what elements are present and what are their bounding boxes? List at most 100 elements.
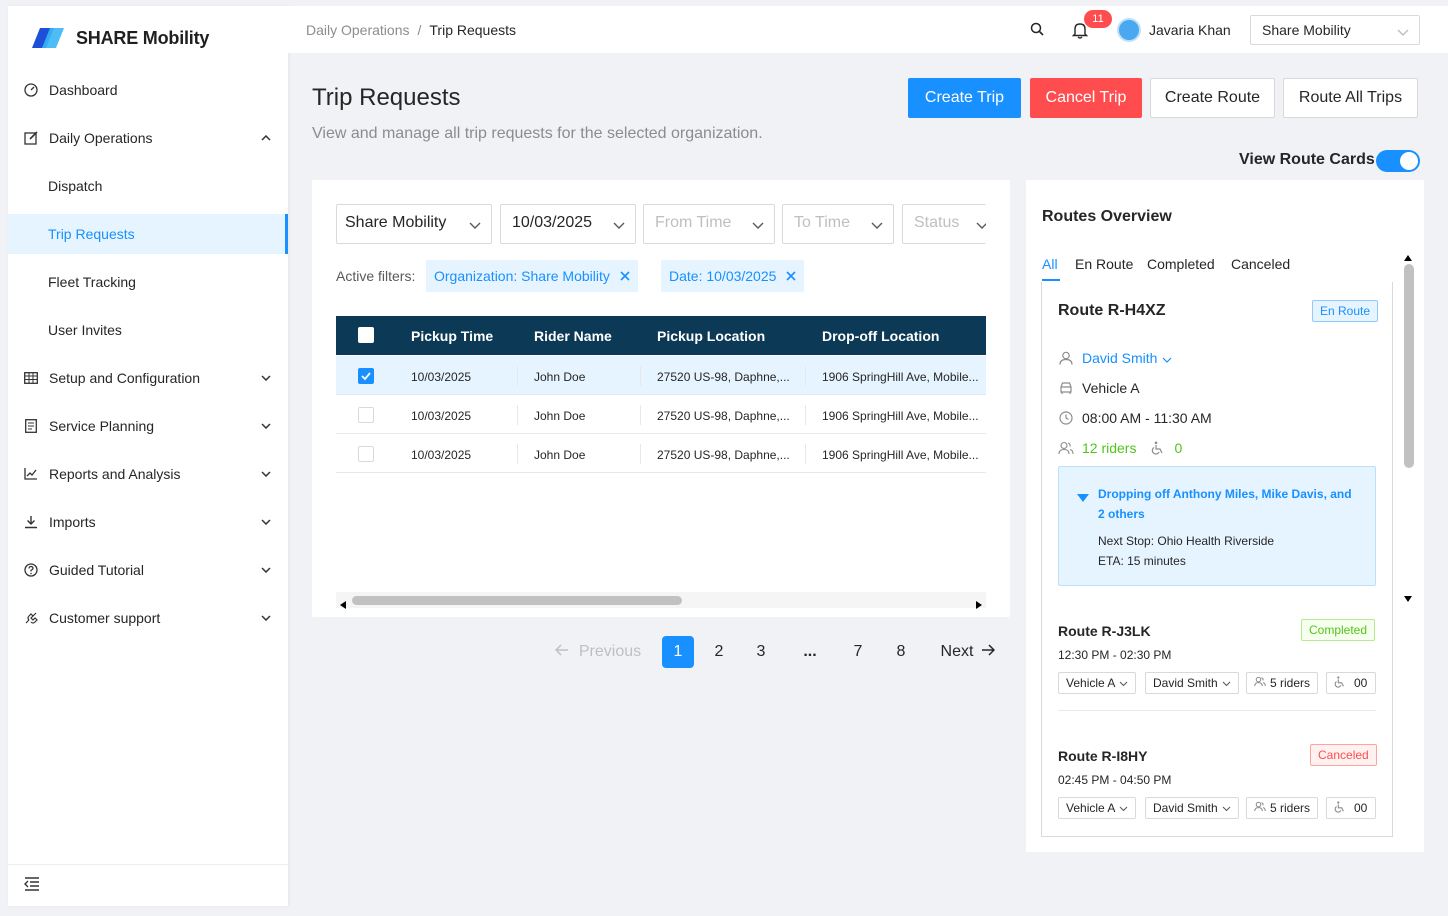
sidebar-item-dashboard[interactable]: Dashboard xyxy=(8,70,288,110)
avatar[interactable] xyxy=(1117,18,1141,42)
question-circle-icon xyxy=(23,562,39,578)
sidebar-item-label: Dispatch xyxy=(48,178,103,194)
team-icon xyxy=(1254,801,1266,815)
to-time-placeholder: To Time xyxy=(794,214,851,231)
pagination-previous[interactable]: Previous xyxy=(552,636,644,668)
close-icon[interactable] xyxy=(620,268,630,284)
chevron-down-icon xyxy=(1119,676,1128,690)
status-badge: En Route xyxy=(1312,300,1379,322)
wheelchair-icon xyxy=(1334,800,1346,816)
vehicle-chip[interactable]: Vehicle A xyxy=(1058,797,1137,819)
caret-right-icon[interactable] xyxy=(976,596,982,614)
driver-chip[interactable]: David Smith xyxy=(1145,797,1239,819)
sidebar-item-daily-operations[interactable]: Daily Operations xyxy=(8,118,288,158)
close-icon[interactable] xyxy=(786,268,796,284)
table-row[interactable]: 10/03/2025 John Doe 27520 US-98, Daphne,… xyxy=(336,434,986,473)
chevron-down-icon xyxy=(976,217,986,235)
row-checkbox[interactable] xyxy=(358,368,374,384)
route-all-trips-button[interactable]: Route All Trips xyxy=(1283,78,1418,118)
column-header-rider-name[interactable]: Rider Name xyxy=(534,328,612,344)
tab-canceled[interactable]: Canceled xyxy=(1231,256,1290,272)
column-divider xyxy=(640,444,641,464)
caret-left-icon[interactable] xyxy=(340,596,346,614)
caret-down-icon[interactable] xyxy=(1404,589,1412,607)
column-header-pickup-time[interactable]: Pickup Time xyxy=(411,328,493,344)
sidebar-item-service-planning[interactable]: Service Planning xyxy=(8,406,288,446)
create-route-button[interactable]: Create Route xyxy=(1150,78,1275,118)
view-route-cards-toggle[interactable] xyxy=(1376,150,1420,172)
vehicle-name: Vehicle A xyxy=(1066,676,1116,690)
sidebar-item-fleet-tracking[interactable]: Fleet Tracking xyxy=(8,262,288,302)
driver-name: David Smith xyxy=(1153,676,1218,690)
sidebar-item-label: Daily Operations xyxy=(49,130,153,146)
sidebar-item-imports[interactable]: Imports xyxy=(8,502,288,542)
filter-tag-date: Date: 10/03/2025 xyxy=(661,260,805,292)
organization-filter[interactable]: Share Mobility xyxy=(336,204,492,244)
table-row[interactable]: 10/03/2025 John Doe 27520 US-98, Daphne,… xyxy=(336,395,986,434)
search-icon[interactable] xyxy=(1030,22,1046,38)
horizontal-scrollbar[interactable] xyxy=(336,592,986,609)
driver-chip[interactable]: David Smith xyxy=(1145,672,1239,694)
status-filter[interactable]: Status xyxy=(902,204,986,244)
tab-all[interactable]: All xyxy=(1042,256,1058,272)
caret-down-icon[interactable] xyxy=(1077,489,1089,507)
breadcrumb-separator: / xyxy=(417,22,422,38)
tab-en-route[interactable]: En Route xyxy=(1075,256,1133,272)
routes-overview-title: Routes Overview xyxy=(1042,208,1172,225)
sidebar-item-user-invites[interactable]: User Invites xyxy=(8,310,288,350)
menu-fold-icon[interactable] xyxy=(24,877,42,895)
sidebar-item-guided-tutorial[interactable]: Guided Tutorial xyxy=(8,550,288,590)
select-all-checkbox[interactable] xyxy=(358,327,374,343)
pagination-page[interactable]: 7 xyxy=(842,636,874,668)
tab-completed[interactable]: Completed xyxy=(1147,256,1215,272)
breadcrumb-item[interactable]: Daily Operations xyxy=(306,22,410,38)
sidebar-item-label: Reports and Analysis xyxy=(49,466,181,482)
card-divider xyxy=(1058,710,1376,711)
scrollbar-thumb[interactable] xyxy=(352,596,682,605)
pagination-page[interactable]: 8 xyxy=(885,636,917,668)
sidebar-item-setup-configuration[interactable]: Setup and Configuration xyxy=(8,358,288,398)
cancel-trip-button[interactable]: Cancel Trip xyxy=(1030,78,1142,118)
car-icon xyxy=(1058,380,1074,396)
route-driver[interactable]: David Smith xyxy=(1058,350,1172,366)
vehicle-chip[interactable]: Vehicle A xyxy=(1058,672,1137,694)
brand-logo[interactable]: SHARE Mobility xyxy=(32,26,209,50)
organization-select[interactable]: Share Mobility xyxy=(1250,15,1420,45)
dropoff-summary[interactable]: Dropping off Anthony Miles, Mike Davis, … xyxy=(1098,484,1360,524)
from-time-filter[interactable]: From Time xyxy=(643,204,775,244)
rider-count: 5 riders xyxy=(1270,801,1311,815)
cell-dropoff-location: 1906 SpringHill Ave, Mobile... xyxy=(822,409,979,423)
sidebar-item-trip-requests[interactable]: Trip Requests xyxy=(8,214,288,254)
wheelchair-count: 00 xyxy=(1354,676,1368,690)
column-header-pickup-location[interactable]: Pickup Location xyxy=(657,328,765,344)
sidebar-item-label: Fleet Tracking xyxy=(48,274,136,290)
driver-name: David Smith xyxy=(1082,350,1158,366)
to-time-filter[interactable]: To Time xyxy=(782,204,894,244)
page-title: Trip Requests xyxy=(312,84,461,111)
chevron-down-icon xyxy=(752,217,764,235)
create-trip-button[interactable]: Create Trip xyxy=(908,78,1021,118)
table-row[interactable]: 10/03/2025 John Doe 27520 US-98, Daphne,… xyxy=(336,356,986,395)
sidebar-item-reports-analysis[interactable]: Reports and Analysis xyxy=(8,454,288,494)
scrollbar-thumb[interactable] xyxy=(1404,264,1414,468)
pagination-next[interactable]: Next xyxy=(936,636,1000,668)
sidebar-item-label: Guided Tutorial xyxy=(49,562,144,578)
chevron-down-icon xyxy=(613,217,625,235)
date-filter[interactable]: 10/03/2025 xyxy=(500,204,636,244)
pagination-page[interactable]: 1 xyxy=(662,636,694,668)
row-checkbox[interactable] xyxy=(358,407,374,423)
notification-badge: 11 xyxy=(1084,10,1112,28)
user-name[interactable]: Javaria Khan xyxy=(1149,22,1231,38)
column-divider xyxy=(517,366,518,386)
pagination-page[interactable]: 2 xyxy=(703,636,735,668)
sidebar-item-dispatch[interactable]: Dispatch xyxy=(8,166,288,206)
pagination-page[interactable]: 3 xyxy=(745,636,777,668)
pagination-ellipsis[interactable]: ... xyxy=(794,636,826,668)
column-divider xyxy=(640,405,641,425)
row-checkbox[interactable] xyxy=(358,446,374,462)
share-logo-icon xyxy=(32,28,64,48)
team-icon xyxy=(1254,676,1266,690)
vertical-scrollbar[interactable] xyxy=(1402,244,1414,602)
sidebar-item-customer-support[interactable]: Customer support xyxy=(8,598,288,638)
column-header-dropoff-location[interactable]: Drop-off Location xyxy=(822,328,939,344)
